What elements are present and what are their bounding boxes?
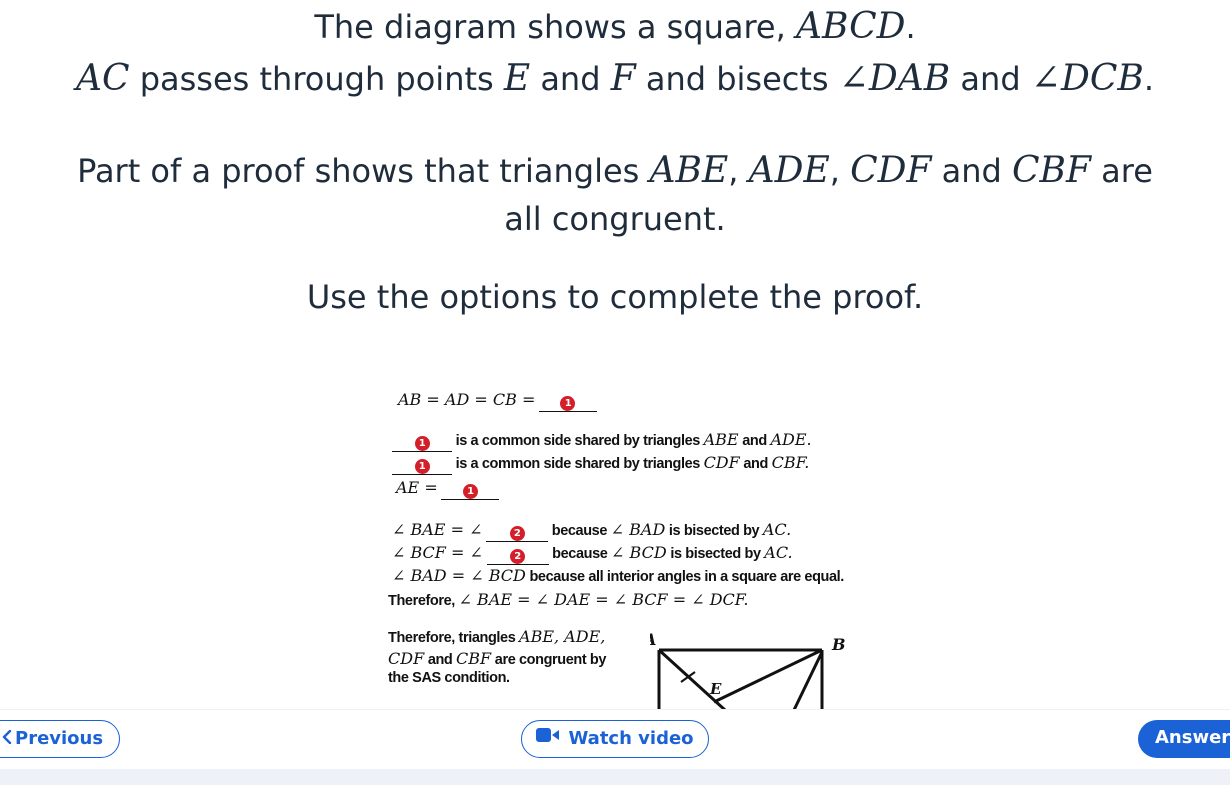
answer-blank: 2 <box>486 524 549 542</box>
math-cbf: CBF <box>1012 150 1091 191</box>
blank-number-badge: 1 <box>462 484 478 499</box>
math-angle-dcb: ∠DCB <box>1030 58 1144 99</box>
question-text: and <box>540 60 601 98</box>
math-ac: AC <box>75 58 130 99</box>
blank-number-badge: 1 <box>414 436 430 451</box>
question-text: passes through points <box>139 60 494 98</box>
question-text: The diagram shows a square, <box>314 8 786 46</box>
answer-blank: 1 <box>392 434 452 452</box>
question-text: and <box>960 60 1021 98</box>
blank-number-badge: 2 <box>509 526 525 541</box>
answer-blank: 1 <box>441 482 500 500</box>
math-square: ABCD <box>795 6 906 47</box>
answer-blank: 1 <box>392 457 452 475</box>
answer-label: Answer <box>1155 727 1230 748</box>
line-be <box>713 648 823 704</box>
math-e: E <box>503 58 531 99</box>
question-text: and bisects <box>645 60 829 98</box>
watch-video-button[interactable]: Watch video <box>521 720 709 758</box>
blank-number-badge: 1 <box>560 396 576 411</box>
math-abe: ABE <box>649 150 729 191</box>
blank-number-badge: 1 <box>414 459 430 474</box>
question-line-1: The diagram shows a square, ABCD. <box>314 6 916 47</box>
question-text: Part of a proof shows that triangles <box>77 152 640 190</box>
proof-row-8: Therefore, ∠ BAE = ∠ DAE = ∠ BCF = ∠ DCF… <box>388 590 749 609</box>
footer-strip <box>0 769 1230 785</box>
question-line-3: Part of a proof shows that triangles ABE… <box>77 150 1153 191</box>
proof-row-3: 1 is a common side shared by triangles C… <box>392 453 809 475</box>
proof-row-6: ∠ BCF = ∠ 2 because ∠ BCD is bisected by… <box>392 543 793 565</box>
question-text: are <box>1101 152 1153 190</box>
previous-label: Previous <box>15 728 104 749</box>
math-ade: ADE <box>748 150 830 191</box>
proof-row-9: Therefore, triangles ABE, ADE, <box>388 627 606 646</box>
chevron-left-icon <box>1 721 13 757</box>
blank-number-badge: 2 <box>510 549 526 564</box>
question-text: and <box>941 152 1002 190</box>
instruction-text: Use the options to complete the proof. <box>306 278 924 316</box>
video-camera-icon <box>536 719 560 755</box>
label-b: B <box>831 635 846 654</box>
proof-row-2: 1 is a common side shared by triangles A… <box>392 430 812 452</box>
question-line-4: all congruent. <box>504 200 726 238</box>
watch-video-label: Watch video <box>568 728 694 749</box>
math-cdf: CDF <box>850 150 932 191</box>
square-diagram: A B E <box>650 630 846 710</box>
math-f: F <box>610 58 636 99</box>
proof-row-5: ∠ BAE = ∠ 2 because ∠ BAD is bisected by… <box>392 520 791 542</box>
proof-row-1: AB = AD = CB = 1 <box>398 390 597 412</box>
question-line-2: AC passes through points E and F and bis… <box>75 58 1154 99</box>
previous-button[interactable]: Previous <box>0 720 120 758</box>
math-angle-dab: ∠DAB <box>838 58 951 99</box>
label-a: A <box>650 630 656 649</box>
answer-blank: 2 <box>486 547 549 565</box>
answer-button[interactable]: Answer <box>1138 720 1230 758</box>
proof-row-4: AE = 1 <box>396 478 500 500</box>
proof-row-10: CDF and CBF are congruent by <box>388 649 607 668</box>
proof-row-7: ∠ BAD = ∠ BCD because all interior angle… <box>392 566 844 585</box>
answer-blank: 1 <box>538 394 597 412</box>
proof-row-11: the SAS condition. <box>388 670 510 686</box>
